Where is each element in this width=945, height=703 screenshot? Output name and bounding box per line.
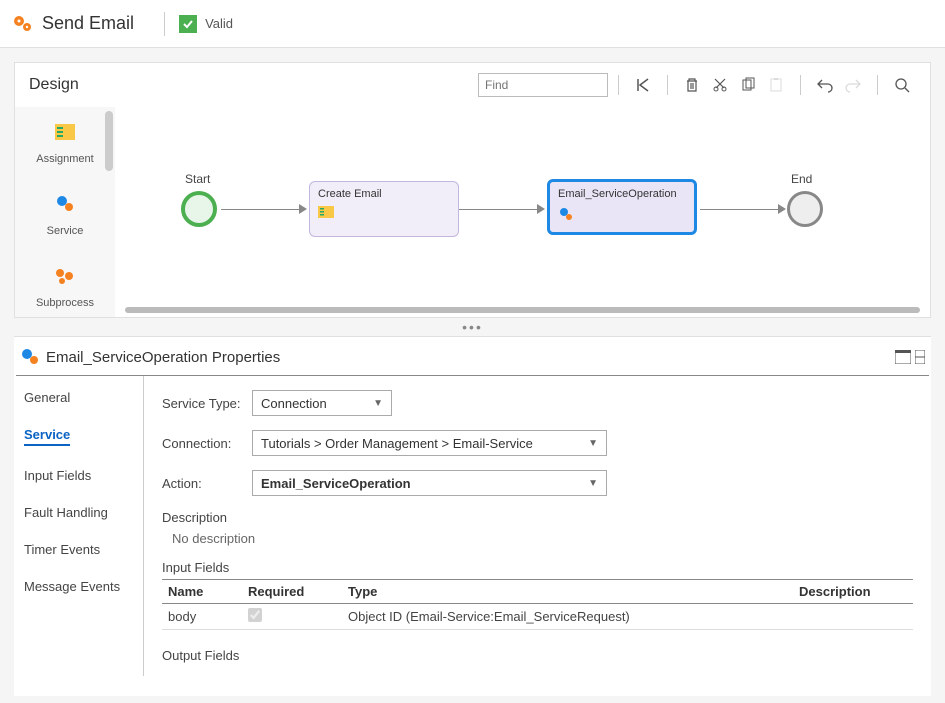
service-icon (20, 347, 40, 367)
cell-name: body (162, 604, 242, 630)
checkmark-icon (179, 15, 197, 33)
tab-timer-events[interactable]: Timer Events (24, 542, 133, 557)
layout-split-icon[interactable] (915, 350, 925, 364)
flow-canvas[interactable]: Start Create Email Email_ServiceOperatio… (115, 107, 930, 317)
palette-item-label: Subprocess (36, 297, 94, 309)
canvas-scrollbar[interactable] (125, 307, 920, 313)
palette-item-subprocess[interactable]: Subprocess (15, 251, 115, 317)
copy-icon[interactable] (737, 74, 759, 96)
output-fields-heading: Output Fields (162, 648, 913, 663)
col-required: Required (242, 580, 342, 604)
divider (164, 12, 165, 36)
action-label: Action: (162, 476, 252, 491)
design-title: Design (29, 76, 79, 94)
col-name: Name (162, 580, 242, 604)
tab-message-events[interactable]: Message Events (24, 579, 133, 594)
input-fields-heading: Input Fields (162, 560, 913, 575)
col-description: Description (793, 580, 913, 604)
select-value: Connection (261, 396, 327, 411)
find-input[interactable] (478, 73, 608, 97)
start-node[interactable] (181, 191, 217, 227)
palette-item-label: Service (47, 225, 84, 237)
arrow-icon (299, 204, 307, 214)
palette-scrollbar[interactable] (105, 111, 113, 171)
paste-icon[interactable] (765, 74, 787, 96)
start-label: Start (185, 172, 210, 186)
required-checkbox (248, 608, 262, 622)
chevron-down-icon: ▼ (588, 478, 598, 489)
redo-icon[interactable] (842, 74, 864, 96)
col-type: Type (342, 580, 793, 604)
connector (221, 209, 301, 210)
end-label: End (791, 172, 812, 186)
connection-label: Connection: (162, 436, 252, 451)
service-icon (558, 206, 686, 222)
connector (459, 209, 539, 210)
table-row[interactable]: body Object ID (Email-Service:Email_Serv… (162, 604, 913, 630)
assignment-icon (50, 117, 80, 147)
palette-item-label: Assignment (36, 153, 93, 165)
palette-item-service[interactable]: Service (15, 179, 115, 251)
connector (700, 209, 780, 210)
flow-node-label: Email_ServiceOperation (558, 188, 686, 200)
splitter-handle[interactable]: ••• (0, 318, 945, 336)
arrow-icon (778, 204, 786, 214)
service-type-select[interactable]: Connection ▼ (252, 390, 392, 416)
trash-icon[interactable] (681, 74, 703, 96)
top-header: Send Email Valid (0, 0, 945, 48)
connection-select[interactable]: Tutorials > Order Management > Email-Ser… (252, 430, 607, 456)
cell-type: Object ID (Email-Service:Email_ServiceRe… (342, 604, 793, 630)
tab-fault-handling[interactable]: Fault Handling (24, 505, 133, 520)
input-fields-table: Name Required Type Description body Obje… (162, 579, 913, 630)
subprocess-icon (50, 261, 80, 291)
properties-title: Email_ServiceOperation Properties (46, 349, 280, 366)
assignment-icon (318, 206, 450, 218)
service-type-label: Service Type: (162, 396, 252, 411)
cell-required (242, 604, 342, 630)
gears-icon (10, 12, 34, 36)
end-node[interactable] (787, 191, 823, 227)
chevron-down-icon: ▼ (588, 438, 598, 449)
service-icon (50, 189, 80, 219)
cell-description (793, 604, 913, 630)
flow-node-create-email[interactable]: Create Email (309, 181, 459, 237)
description-label: Description (162, 510, 913, 525)
properties-form: Service Type: Connection ▼ Connection: T… (144, 376, 931, 676)
design-panel: Design (14, 62, 931, 318)
action-select[interactable]: Email_ServiceOperation ▼ (252, 470, 607, 496)
select-value: Email_ServiceOperation (261, 476, 411, 491)
canvas-row: Assignment Service Subprocess Start (15, 107, 930, 317)
description-text: No description (172, 531, 913, 546)
properties-header: Email_ServiceOperation Properties (16, 337, 929, 376)
tab-general[interactable]: General (24, 390, 133, 405)
flow-node-label: Create Email (318, 188, 450, 200)
flow-node-email-service[interactable]: Email_ServiceOperation (547, 179, 697, 235)
page-title: Send Email (42, 13, 134, 34)
properties-panel: Email_ServiceOperation Properties Genera… (14, 336, 931, 696)
go-start-icon[interactable] (632, 74, 654, 96)
palette: Assignment Service Subprocess (15, 107, 115, 317)
tab-input-fields[interactable]: Input Fields (24, 468, 133, 483)
cut-icon[interactable] (709, 74, 731, 96)
design-header: Design (15, 63, 930, 107)
undo-icon[interactable] (814, 74, 836, 96)
select-value: Tutorials > Order Management > Email-Ser… (261, 436, 533, 451)
tab-service[interactable]: Service (24, 427, 70, 446)
zoom-icon[interactable] (891, 74, 913, 96)
valid-label: Valid (205, 16, 233, 31)
palette-item-assignment[interactable]: Assignment (15, 107, 115, 179)
chevron-down-icon: ▼ (373, 398, 383, 409)
properties-tabs: General Service Input Fields Fault Handl… (14, 376, 144, 676)
layout-icon[interactable] (895, 350, 911, 364)
arrow-icon (537, 204, 545, 214)
